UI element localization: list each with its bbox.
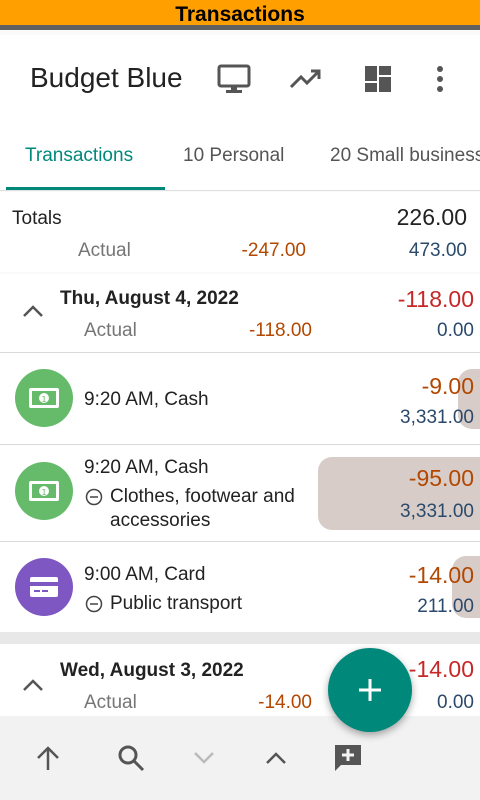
search-icon[interactable] (113, 740, 149, 776)
day-actual-label: Actual (84, 692, 137, 713)
tab-bar: Transactions 10 Personal 20 Small busine… (0, 125, 480, 191)
monitor-icon[interactable] (214, 61, 254, 97)
chevron-up-icon[interactable] (258, 740, 294, 776)
app-bar: Budget Blue (0, 35, 480, 125)
totals-actual-label: Actual (78, 240, 131, 261)
tab-small-business[interactable]: 20 Small business (330, 145, 480, 167)
chevron-up-icon[interactable] (22, 304, 44, 323)
arrow-up-icon[interactable] (30, 740, 66, 776)
day-date: Thu, August 4, 2022 (60, 288, 239, 309)
cash-icon: 1 (15, 369, 73, 427)
cash-icon: 1 (15, 462, 73, 520)
day-date: Wed, August 3, 2022 (60, 660, 244, 681)
transaction-time-account: 9:20 AM, Cash (84, 389, 209, 410)
section-gap (0, 632, 480, 644)
day-amount: -14.00 (408, 656, 474, 682)
transaction-balance: 3,331.00 (400, 501, 474, 522)
day-balance: 0.00 (437, 320, 474, 341)
totals-amount: 226.00 (396, 204, 467, 230)
transaction-row[interactable]: 9:00 AM, Card Public transport -14.00 21… (0, 542, 480, 632)
chevron-up-icon[interactable] (22, 678, 44, 697)
transaction-time-account: 9:00 AM, Card (84, 564, 206, 585)
more-vert-icon[interactable] (420, 61, 460, 97)
day-actual-label: Actual (84, 320, 137, 341)
day-balance: 0.00 (437, 692, 474, 713)
bottom-toolbar (0, 716, 480, 800)
day-amount: -118.00 (397, 286, 474, 312)
dashboard-icon[interactable] (358, 61, 398, 97)
transaction-row[interactable]: 1 9:20 AM, Cash -9.00 3,331.00 (0, 353, 480, 444)
app-title: Budget Blue (30, 62, 183, 93)
transaction-time-account: 9:20 AM, Cash (84, 457, 209, 478)
chevron-down-icon[interactable] (186, 740, 222, 776)
transaction-row[interactable]: 1 9:20 AM, Cash Clothes, footwear and ac… (0, 445, 480, 541)
active-tab-indicator (6, 187, 165, 190)
totals-balance: 473.00 (408, 240, 467, 261)
totals-card: Totals 226.00 Actual -247.00 473.00 (0, 192, 480, 272)
plus-icon (359, 679, 381, 701)
credit-card-icon (15, 558, 73, 616)
day-actual-amount: -14.00 (258, 692, 312, 713)
transaction-amount: -14.00 (408, 562, 474, 588)
transaction-balance: 211.00 (417, 596, 474, 617)
tab-transactions[interactable]: Transactions (25, 145, 133, 167)
tab-personal[interactable]: 10 Personal (183, 145, 284, 167)
transaction-category: Clothes, footwear and accessories (110, 486, 295, 531)
remove-circle-icon (85, 595, 103, 618)
add-transaction-button[interactable] (328, 648, 412, 732)
totals-actual-amount: -247.00 (241, 240, 306, 261)
day-actual-amount: -118.00 (248, 320, 312, 341)
transaction-category: Public transport (110, 593, 243, 614)
day-header[interactable]: Thu, August 4, 2022 -118.00 Actual -118.… (0, 274, 480, 352)
svg-text:1: 1 (41, 395, 46, 404)
screen-title: Transactions (175, 3, 305, 26)
transaction-amount: -9.00 (421, 373, 474, 399)
screen-title-bar: Transactions (0, 0, 480, 30)
transaction-amount: -95.00 (408, 465, 474, 491)
svg-text:1: 1 (41, 488, 46, 497)
add-comment-icon[interactable] (330, 740, 366, 776)
trending-up-icon[interactable] (286, 61, 326, 97)
totals-label: Totals (12, 208, 62, 229)
transaction-balance: 3,331.00 (400, 407, 474, 428)
